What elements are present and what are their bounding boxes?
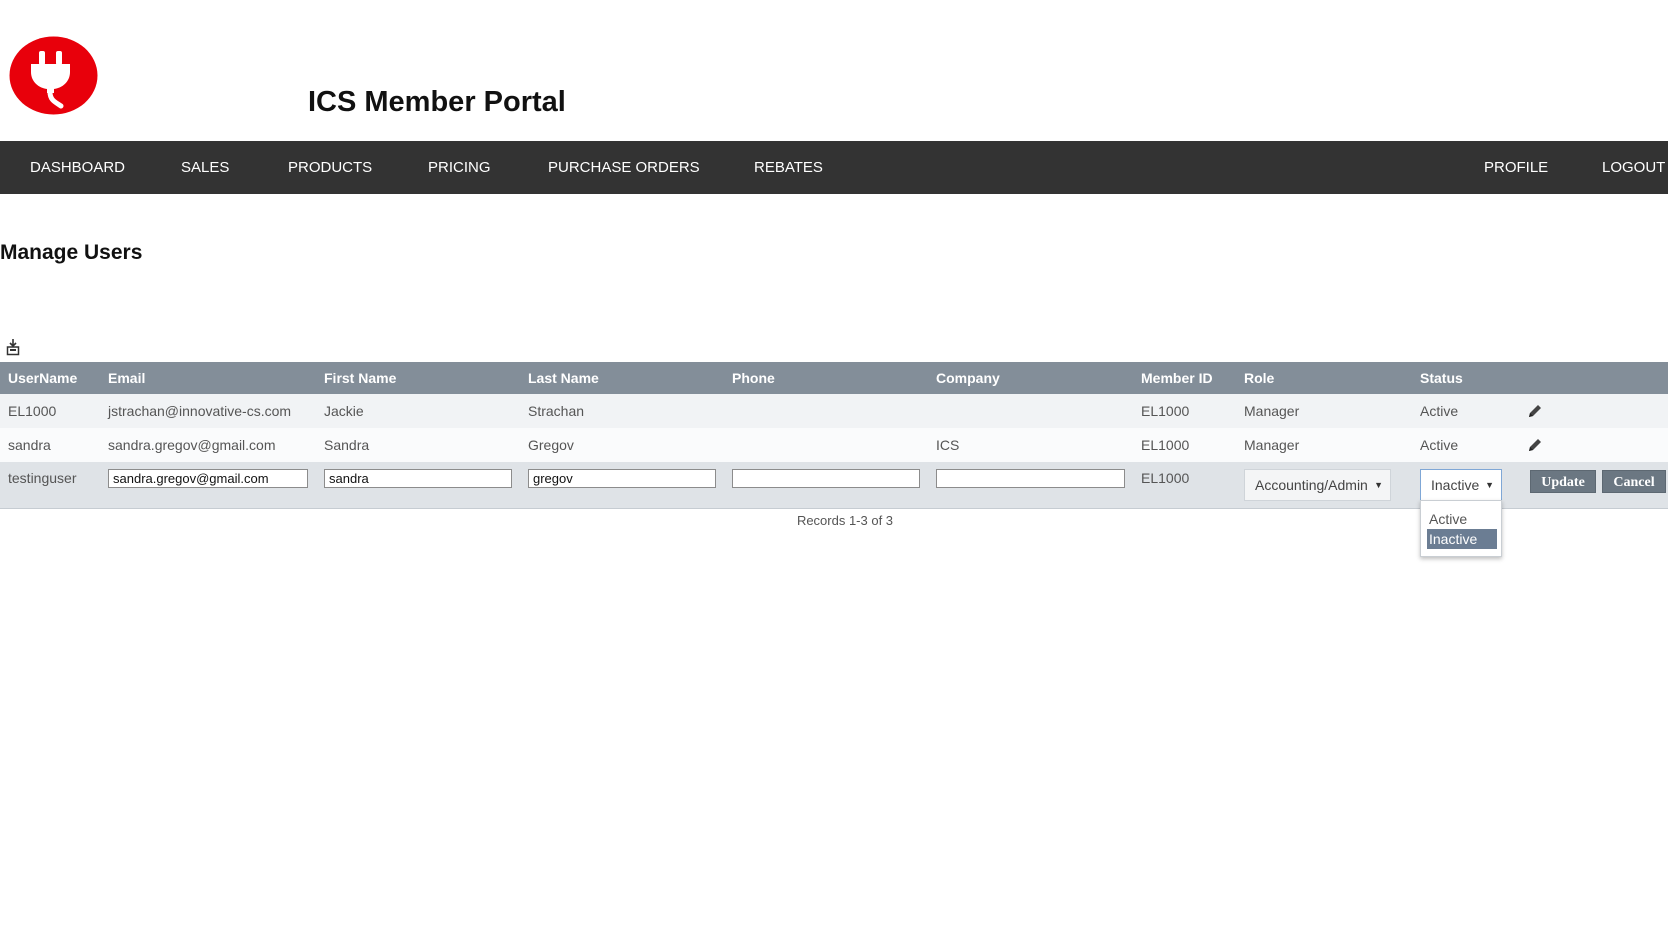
cell-username: testinguser: [8, 470, 77, 486]
header: ICS Member Portal: [0, 0, 1668, 141]
cell-status: Active: [1420, 403, 1459, 419]
col-first-name[interactable]: First Name: [324, 362, 396, 394]
nav-sales[interactable]: SALES: [181, 141, 229, 194]
col-role[interactable]: Role: [1244, 362, 1274, 394]
nav-profile[interactable]: PROFILE: [1484, 141, 1548, 194]
nav-purchase-orders[interactable]: PURCHASE ORDERS: [548, 141, 700, 194]
portal-title: ICS Member Portal: [308, 86, 566, 118]
nav-logout[interactable]: LOGOUT: [1602, 141, 1665, 194]
export-icon[interactable]: [6, 338, 20, 356]
cell-email: jstrachan@innovative-cs.com: [108, 403, 292, 419]
cell-company: ICS: [936, 437, 960, 453]
nav-dashboard[interactable]: DASHBOARD: [30, 141, 125, 194]
cell-username: EL1000: [8, 403, 57, 419]
col-company[interactable]: Company: [936, 362, 1000, 394]
pencil-icon[interactable]: [1527, 403, 1543, 419]
status-select[interactable]: Inactive ▼: [1420, 469, 1502, 501]
col-member-id[interactable]: Member ID: [1141, 362, 1213, 394]
company-field[interactable]: [936, 469, 1125, 488]
role-select[interactable]: Accounting/Admin ▼: [1244, 469, 1391, 501]
cell-status: Active: [1420, 437, 1459, 453]
col-phone[interactable]: Phone: [732, 362, 775, 394]
table-row-editing: testinguser EL1000 Accounting/Admin ▼ In…: [0, 462, 1668, 509]
cell-member-id: EL1000: [1141, 403, 1190, 419]
role-select-value: Accounting/Admin: [1255, 477, 1368, 493]
status-select-value: Inactive: [1431, 477, 1480, 493]
col-last-name[interactable]: Last Name: [528, 362, 599, 394]
first-name-field[interactable]: [324, 469, 512, 488]
col-email[interactable]: Email: [108, 362, 145, 394]
cell-first-name: Sandra: [324, 437, 370, 453]
pencil-icon[interactable]: [1527, 437, 1543, 453]
plug-logo-icon[interactable]: [9, 36, 98, 115]
status-option-active[interactable]: Active: [1427, 509, 1497, 529]
cell-member-id: EL1000: [1141, 470, 1190, 486]
table-row: sandra sandra.gregov@gmail.com Sandra Gr…: [0, 428, 1668, 462]
cell-last-name: Gregov: [528, 437, 574, 453]
update-button[interactable]: Update: [1530, 470, 1596, 493]
chevron-down-icon: ▼: [1374, 480, 1383, 490]
cancel-button[interactable]: Cancel: [1602, 470, 1666, 493]
nav-products[interactable]: PRODUCTS: [288, 141, 372, 194]
cell-last-name: Strachan: [528, 403, 585, 419]
nav-pricing[interactable]: PRICING: [428, 141, 491, 194]
table-row: EL1000 jstrachan@innovative-cs.com Jacki…: [0, 394, 1668, 428]
status-option-inactive[interactable]: Inactive: [1427, 529, 1497, 549]
nav-rebates[interactable]: REBATES: [754, 141, 823, 194]
col-status[interactable]: Status: [1420, 362, 1463, 394]
cell-first-name: Jackie: [324, 403, 364, 419]
grid-header: UserName Email First Name Last Name Phon…: [0, 362, 1668, 394]
chevron-down-icon: ▼: [1485, 480, 1494, 490]
cell-email: sandra.gregov@gmail.com: [108, 437, 276, 453]
last-name-field[interactable]: [528, 469, 716, 488]
col-username[interactable]: UserName: [8, 362, 77, 394]
phone-field[interactable]: [732, 469, 920, 488]
cell-username: sandra: [8, 437, 51, 453]
cell-role: Manager: [1244, 403, 1300, 419]
main-nav: DASHBOARD SALES PRODUCTS PRICING PURCHAS…: [0, 141, 1668, 194]
cell-member-id: EL1000: [1141, 437, 1190, 453]
cell-role: Manager: [1244, 437, 1300, 453]
records-count: Records 1-3 of 3: [796, 513, 894, 528]
page-title: Manage Users: [0, 241, 143, 264]
status-dropdown-list: Active Inactive: [1420, 500, 1502, 557]
email-field[interactable]: [108, 469, 308, 488]
